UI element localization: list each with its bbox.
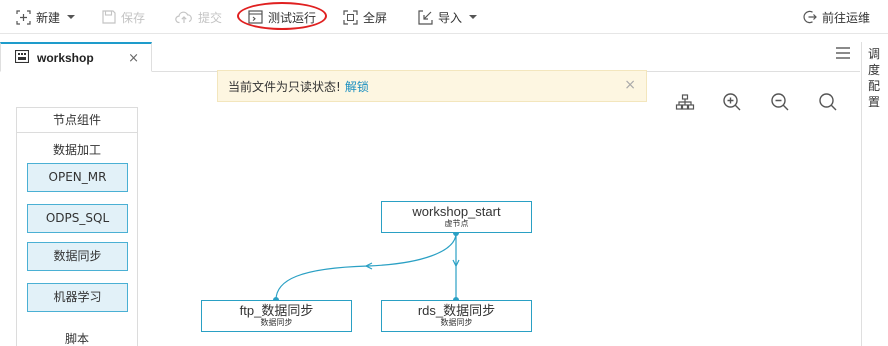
section-data-processing: 数据加工 bbox=[52, 143, 101, 157]
close-icon[interactable]: × bbox=[624, 77, 636, 93]
tab-bar: workshop × bbox=[0, 42, 860, 72]
node-subtitle: 数据同步 bbox=[260, 318, 293, 327]
test-run-button[interactable]: 测试运行 bbox=[248, 0, 316, 34]
layout-tree-icon[interactable] bbox=[674, 91, 696, 113]
node-title: rds_数据同步 bbox=[417, 303, 496, 318]
component-odps-sql[interactable]: ODPS_SQL bbox=[27, 204, 128, 233]
fullscreen-button[interactable]: 全屏 bbox=[343, 0, 387, 34]
goto-ops-label: 前往运维 bbox=[822, 10, 871, 25]
edge-arrow bbox=[452, 259, 460, 268]
import-label: 导入 bbox=[438, 10, 463, 25]
save-label: 保存 bbox=[121, 10, 146, 25]
cloud-upload-icon bbox=[175, 10, 193, 24]
edge-arrow bbox=[364, 262, 373, 270]
fullscreen-label: 全屏 bbox=[363, 10, 388, 25]
node-workshop-start[interactable]: workshop_start 虚节点 bbox=[381, 201, 532, 233]
new-label: 新建 bbox=[36, 10, 61, 25]
schedule-config-tab[interactable]: 调度配置 bbox=[868, 46, 884, 110]
logout-icon bbox=[803, 10, 817, 24]
node-title: ftp_数据同步 bbox=[239, 303, 314, 318]
node-subtitle: 虚节点 bbox=[444, 219, 469, 228]
fullscreen-icon bbox=[343, 9, 358, 25]
close-icon[interactable]: × bbox=[128, 51, 139, 66]
test-run-label: 测试运行 bbox=[268, 10, 317, 25]
save-button[interactable]: 保存 bbox=[102, 0, 145, 34]
zoom-in-icon[interactable] bbox=[721, 91, 743, 113]
new-button[interactable]: 新建 bbox=[16, 0, 76, 34]
node-rds-data-sync[interactable]: rds_数据同步 数据同步 bbox=[381, 300, 532, 332]
test-run-icon bbox=[248, 10, 263, 24]
schedule-config-panel: 调度配置 bbox=[861, 42, 888, 346]
goto-ops-button[interactable]: 前往运维 bbox=[803, 0, 870, 34]
import-icon bbox=[418, 9, 433, 25]
import-button[interactable]: 导入 bbox=[418, 0, 478, 34]
submit-button[interactable]: 提交 bbox=[175, 0, 222, 34]
component-machine-learning[interactable]: 机器学习 bbox=[27, 283, 128, 312]
tab-workshop[interactable]: workshop × bbox=[0, 42, 152, 72]
panel-header: 节点组件 bbox=[17, 108, 137, 133]
edge-start-to-ftp bbox=[275, 232, 457, 301]
node-subtitle: 数据同步 bbox=[440, 318, 473, 327]
search-icon[interactable] bbox=[817, 91, 839, 113]
tab-label: workshop bbox=[37, 50, 94, 65]
new-icon bbox=[16, 9, 31, 25]
node-component-panel: 节点组件 数据加工 OPEN_MR ODPS_SQL 数据同步 机器学习 脚本 bbox=[16, 107, 138, 346]
chevron-down-icon bbox=[469, 15, 478, 19]
notice-text: 当前文件为只读状态! bbox=[228, 79, 341, 94]
section-script: 脚本 bbox=[64, 332, 89, 346]
readonly-notice: 当前文件为只读状态! 解锁 × bbox=[217, 70, 647, 102]
unlock-link[interactable]: 解锁 bbox=[345, 78, 369, 95]
submit-label: 提交 bbox=[198, 10, 223, 25]
node-title: workshop_start bbox=[412, 204, 501, 219]
save-icon bbox=[102, 10, 116, 24]
workflow-icon bbox=[14, 49, 30, 66]
chevron-down-icon bbox=[67, 15, 76, 19]
component-open-mr[interactable]: OPEN_MR bbox=[27, 163, 128, 192]
component-data-sync[interactable]: 数据同步 bbox=[27, 242, 128, 271]
zoom-out-icon[interactable] bbox=[769, 91, 791, 113]
toolbar: 新建 保存 提交 测试运行 全屏 导入 前往运维 bbox=[0, 0, 888, 34]
menu-icon[interactable] bbox=[836, 47, 850, 62]
node-ftp-data-sync[interactable]: ftp_数据同步 数据同步 bbox=[201, 300, 352, 332]
